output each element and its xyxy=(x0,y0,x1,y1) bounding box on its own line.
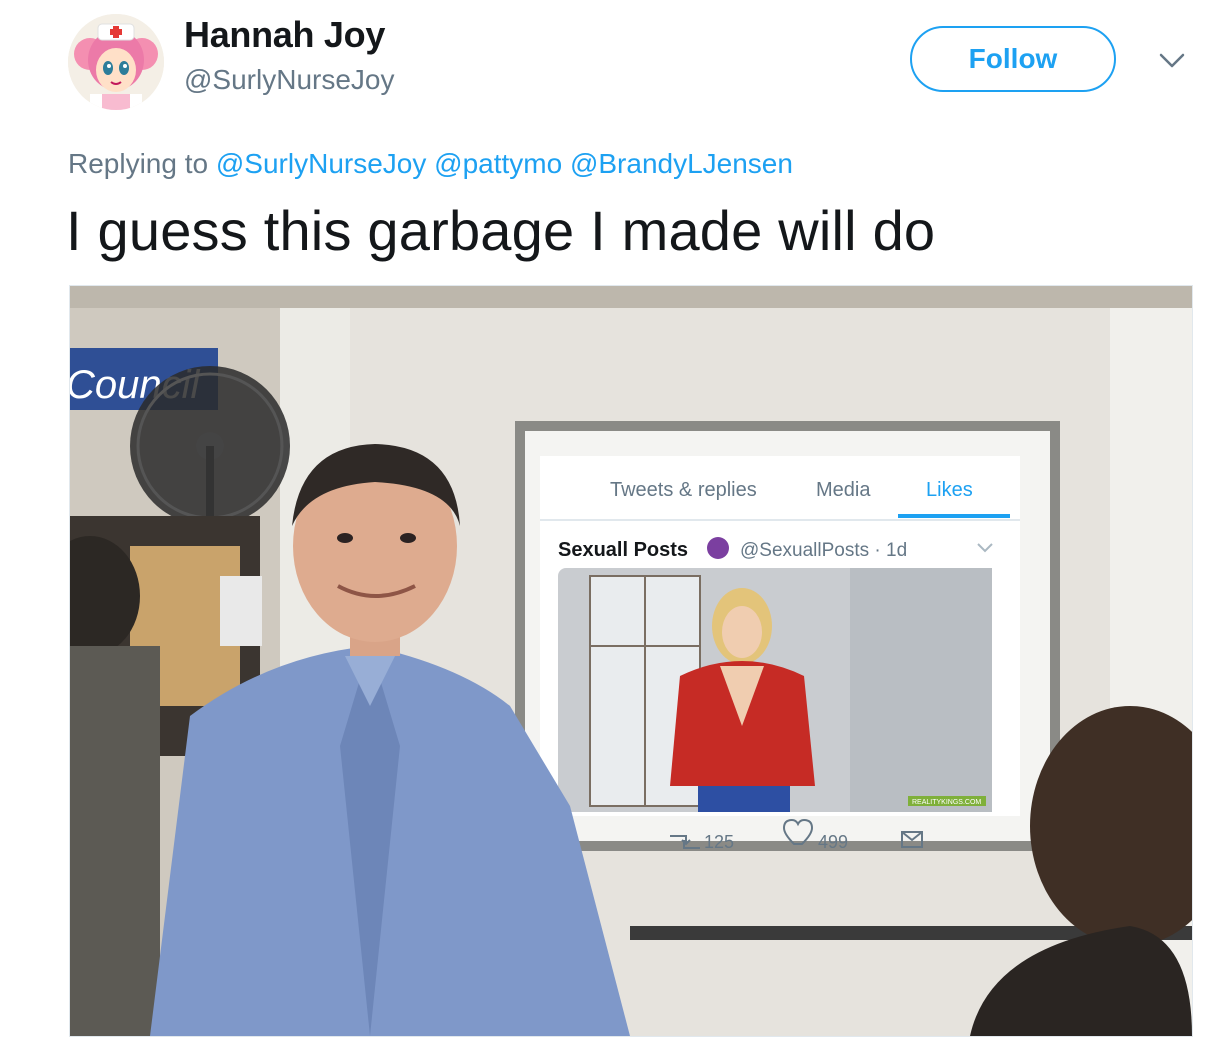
embedded-tab-tweets: Tweets & replies xyxy=(610,479,757,501)
mention-link[interactable]: @SurlyNurseJoy xyxy=(216,148,426,179)
embedded-author-name: Sexuall Posts xyxy=(558,539,688,561)
embedded-tab-likes: Likes xyxy=(926,479,973,501)
like-count: 499 xyxy=(818,832,848,852)
embedded-author-meta: @SexuallPosts · 1d xyxy=(740,540,907,561)
user-handle[interactable]: @SurlyNurseJoy xyxy=(184,64,394,96)
replying-to-line: Replying to @SurlyNurseJoy @pattymo @Bra… xyxy=(68,148,793,180)
chevron-down-icon[interactable] xyxy=(1156,46,1188,74)
tweet-text: I guess this garbage I made will do xyxy=(66,199,936,262)
embedded-tab-media: Media xyxy=(816,479,871,501)
cartoon-nurse-avatar-icon xyxy=(68,14,164,110)
devil-emoji-icon xyxy=(707,537,729,559)
tweet-media-photo[interactable]: Council Tweets & replies Media Likes Sex… xyxy=(69,285,1193,1037)
tweet-card: Hannah Joy @SurlyNurseJoy Follow Replyin… xyxy=(0,0,1220,1052)
mention-link[interactable]: @BrandyLJensen xyxy=(570,148,793,179)
replying-prefix: Replying to xyxy=(68,148,209,179)
watermark-text: REALITYKINGS.COM xyxy=(912,799,981,806)
follow-button[interactable]: Follow xyxy=(910,26,1116,92)
photo-illustration: Council Tweets & replies Media Likes Sex… xyxy=(70,286,1192,1036)
mention-link[interactable]: @pattymo xyxy=(434,148,562,179)
display-name[interactable]: Hannah Joy xyxy=(184,14,385,56)
retweet-count: 125 xyxy=(704,832,734,852)
user-avatar[interactable] xyxy=(68,14,164,110)
